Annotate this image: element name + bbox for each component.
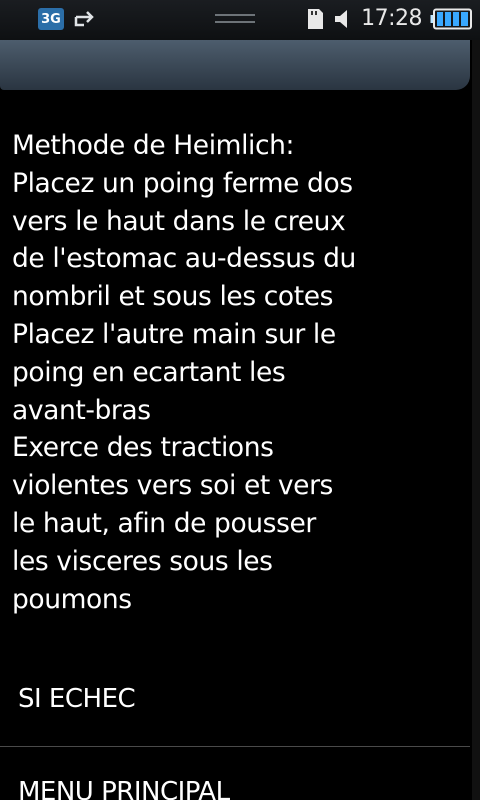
instructions-text: Methode de Heimlich: Placez un poing fer…	[12, 130, 356, 615]
battery-icon	[430, 8, 472, 30]
status-bar[interactable]: 3G 17:28	[0, 0, 480, 40]
menu-principal-button[interactable]: MENU PRINCIPAL	[0, 775, 470, 800]
divider	[0, 746, 470, 747]
network-label: 3G	[41, 11, 61, 27]
sd-card-icon	[305, 7, 325, 31]
sync-icon	[72, 8, 98, 30]
screen: 3G 17:28 Methode de Heimlich: Placez un …	[0, 0, 480, 800]
notification-drag-handle[interactable]	[215, 14, 255, 26]
title-bar	[0, 40, 470, 90]
3g-icon: 3G	[38, 8, 64, 30]
volume-icon	[333, 7, 353, 31]
scrollbar[interactable]	[472, 40, 480, 800]
status-left-icons: 3G	[38, 8, 98, 30]
menu-principal-label: MENU PRINCIPAL	[18, 777, 230, 800]
status-right-icons: 17:28	[305, 6, 472, 31]
si-echec-label: SI ECHEC	[18, 684, 136, 714]
clock: 17:28	[361, 6, 422, 31]
si-echec-button[interactable]: SI ECHEC	[0, 682, 470, 742]
